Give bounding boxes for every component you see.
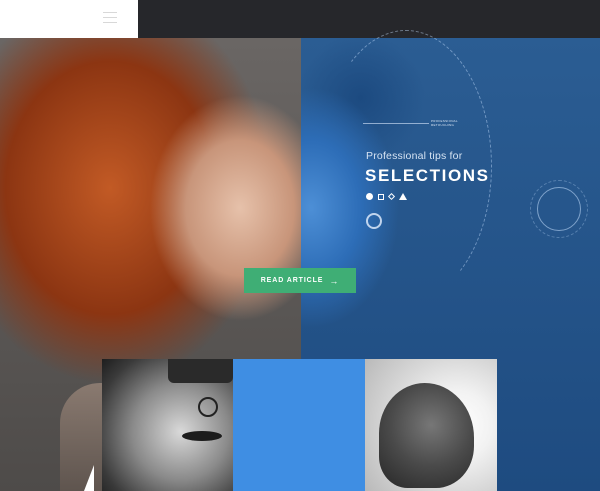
callout-line [363,123,429,124]
hat-shape [168,359,233,383]
circle-icon [366,193,373,200]
thumbnail-bust[interactable] [365,359,497,491]
top-bar [138,0,600,38]
hamburger-icon[interactable] [103,12,117,24]
triangle-icon [399,193,407,200]
thumbnail-blue[interactable] [233,359,365,491]
monocle-shape [198,397,218,417]
corner-accent [84,465,94,491]
thumbnail-gentleman[interactable] [102,359,233,491]
read-article-label: READ ARTICLE [260,277,324,284]
arrow-right-icon: → [329,275,340,286]
hero-headline: SELECTIONS [365,166,490,185]
diamond-icon [387,192,396,201]
square-icon [378,193,384,200]
selection-ring-icon [366,213,382,229]
hero-intro: Professional tips for [366,150,463,162]
shape-icons [366,192,407,201]
moustache-shape [182,431,222,441]
callout-text: PROFESSIONAL RETOUCHING [431,119,458,127]
top-bar-left [0,0,138,38]
read-article-button[interactable]: READ ARTICLE → [244,268,356,293]
target-ring-inner [537,187,581,231]
bust-shape [379,383,474,488]
thumbnail-row [102,359,497,491]
